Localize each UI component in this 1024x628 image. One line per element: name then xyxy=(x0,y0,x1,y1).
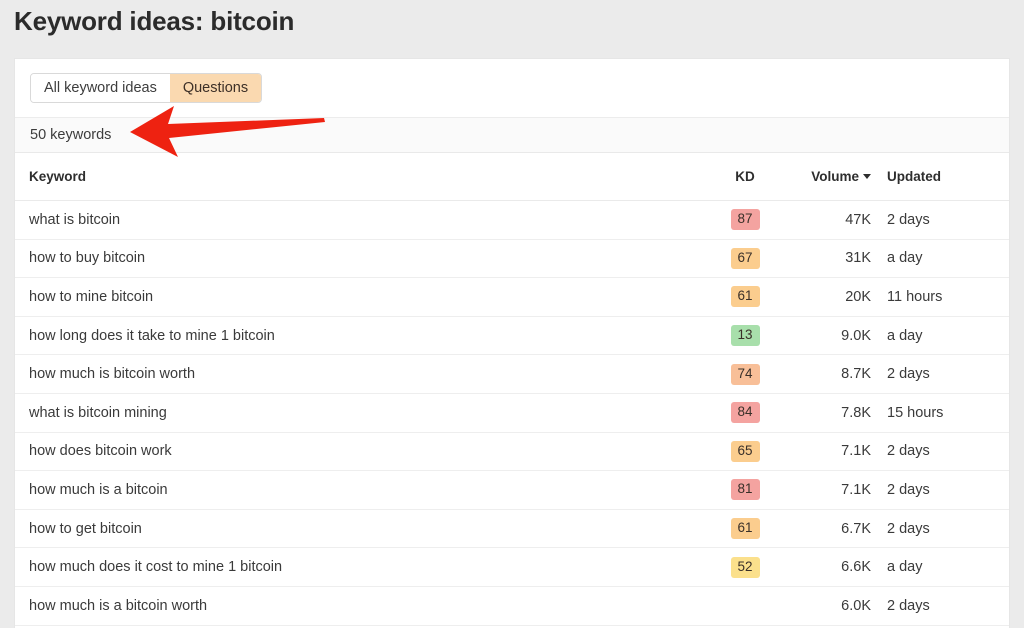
cell-keyword[interactable]: how to mine bitcoin xyxy=(15,278,715,317)
cell-volume: 6.6K xyxy=(775,548,875,587)
cell-kd xyxy=(715,586,775,625)
table-row[interactable]: how to get bitcoin 61 6.7K2 days xyxy=(15,509,1010,548)
keyword-ideas-card: All keyword ideas Questions 50 keywords … xyxy=(14,58,1010,628)
cell-volume: 9.0K xyxy=(775,316,875,355)
cell-updated: 2 days xyxy=(875,355,1010,394)
cell-volume: 47K xyxy=(775,201,875,240)
kd-badge: 65 xyxy=(731,441,760,462)
kd-badge: 61 xyxy=(731,518,760,539)
tab-questions[interactable]: Questions xyxy=(170,74,261,102)
table-row[interactable]: how much is a bitcoin worth 6.0K2 days xyxy=(15,586,1010,625)
table-row[interactable]: how much does it cost to mine 1 bitcoin 5… xyxy=(15,548,1010,587)
page-title: Keyword ideas: bitcoin xyxy=(14,6,294,37)
cell-updated: a day xyxy=(875,316,1010,355)
cell-kd: 13 xyxy=(715,316,775,355)
cell-updated: 2 days xyxy=(875,471,1010,510)
table-row[interactable]: how much is bitcoin worth 74 8.7K2 days xyxy=(15,355,1010,394)
table-body: what is bitcoin8747K2 dayshow to buy bit… xyxy=(15,201,1010,626)
table-header-row: Keyword KD Volume Updated xyxy=(15,153,1010,201)
cell-volume: 6.0K xyxy=(775,586,875,625)
cell-keyword[interactable]: how long does it take to mine 1 bitcoin xyxy=(15,316,715,355)
cell-updated: 2 days xyxy=(875,201,1010,240)
keyword-ideas-page: Keyword ideas: bitcoin All keyword ideas… xyxy=(0,0,1024,623)
kd-badge: 87 xyxy=(731,209,760,230)
cell-kd: 61 xyxy=(715,509,775,548)
kd-badge: 84 xyxy=(731,402,760,423)
table-row[interactable]: how to buy bitcoin 67 31Ka day xyxy=(15,239,1010,278)
cell-updated: 2 days xyxy=(875,432,1010,471)
cell-keyword[interactable]: what is bitcoin xyxy=(15,201,715,240)
table-row[interactable]: how does bitcoin work 65 7.1K2 days xyxy=(15,432,1010,471)
cell-volume: 31K xyxy=(775,239,875,278)
tab-all-keyword-ideas[interactable]: All keyword ideas xyxy=(31,74,170,102)
cell-updated: a day xyxy=(875,548,1010,587)
cell-updated: 11 hours xyxy=(875,278,1010,317)
tabs-row: All keyword ideas Questions xyxy=(15,59,1009,117)
column-header-keyword[interactable]: Keyword xyxy=(15,153,715,201)
cell-kd: 84 xyxy=(715,393,775,432)
cell-volume: 7.8K xyxy=(775,393,875,432)
table-row[interactable]: what is bitcoin mining 84 7.8K15 hours xyxy=(15,393,1010,432)
cell-updated: 15 hours xyxy=(875,393,1010,432)
kd-badge: 13 xyxy=(731,325,760,346)
cell-keyword[interactable]: how much is a bitcoin worth xyxy=(15,586,715,625)
column-header-volume-label: Volume xyxy=(811,169,859,184)
cell-keyword[interactable]: how to get bitcoin xyxy=(15,509,715,548)
cell-kd: 87 xyxy=(715,201,775,240)
cell-volume: 7.1K xyxy=(775,471,875,510)
cell-kd: 65 xyxy=(715,432,775,471)
kd-badge: 67 xyxy=(731,248,760,269)
cell-kd: 74 xyxy=(715,355,775,394)
table-row[interactable]: how much is a bitcoin 81 7.1K2 days xyxy=(15,471,1010,510)
caret-down-icon xyxy=(863,174,871,179)
keyword-count-strip: 50 keywords xyxy=(15,117,1009,153)
cell-kd: 52 xyxy=(715,548,775,587)
column-header-volume[interactable]: Volume xyxy=(775,153,875,201)
table-row[interactable]: how long does it take to mine 1 bitcoin 1… xyxy=(15,316,1010,355)
cell-kd: 67 xyxy=(715,239,775,278)
cell-keyword[interactable]: how to buy bitcoin xyxy=(15,239,715,278)
cell-volume: 20K xyxy=(775,278,875,317)
cell-keyword[interactable]: how much does it cost to mine 1 bitcoin xyxy=(15,548,715,587)
table-row[interactable]: how to mine bitcoin 61 20K11 hours xyxy=(15,278,1010,317)
cell-updated: a day xyxy=(875,239,1010,278)
cell-volume: 8.7K xyxy=(775,355,875,394)
table-row[interactable]: what is bitcoin 87 47K2 days xyxy=(15,201,1010,240)
cell-volume: 6.7K xyxy=(775,509,875,548)
kd-badge: 52 xyxy=(731,557,760,578)
view-segmented-control[interactable]: All keyword ideas Questions xyxy=(30,73,262,103)
cell-keyword[interactable]: how does bitcoin work xyxy=(15,432,715,471)
cell-keyword[interactable]: what is bitcoin mining xyxy=(15,393,715,432)
table-header: Keyword KD Volume Updated xyxy=(15,153,1010,201)
cell-updated: 2 days xyxy=(875,586,1010,625)
cell-keyword[interactable]: how much is bitcoin worth xyxy=(15,355,715,394)
keyword-count-label: 50 keywords xyxy=(30,127,111,143)
kd-badge: 74 xyxy=(731,364,760,385)
cell-updated: 2 days xyxy=(875,509,1010,548)
kd-badge: 81 xyxy=(731,479,760,500)
cell-kd: 61 xyxy=(715,278,775,317)
cell-kd: 81 xyxy=(715,471,775,510)
keyword-ideas-table: Keyword KD Volume Updated what is bitcoi… xyxy=(15,153,1010,626)
cell-keyword[interactable]: how much is a bitcoin xyxy=(15,471,715,510)
column-header-kd[interactable]: KD xyxy=(715,153,775,201)
column-header-updated[interactable]: Updated xyxy=(875,153,1010,201)
kd-badge: 61 xyxy=(731,286,760,307)
cell-volume: 7.1K xyxy=(775,432,875,471)
